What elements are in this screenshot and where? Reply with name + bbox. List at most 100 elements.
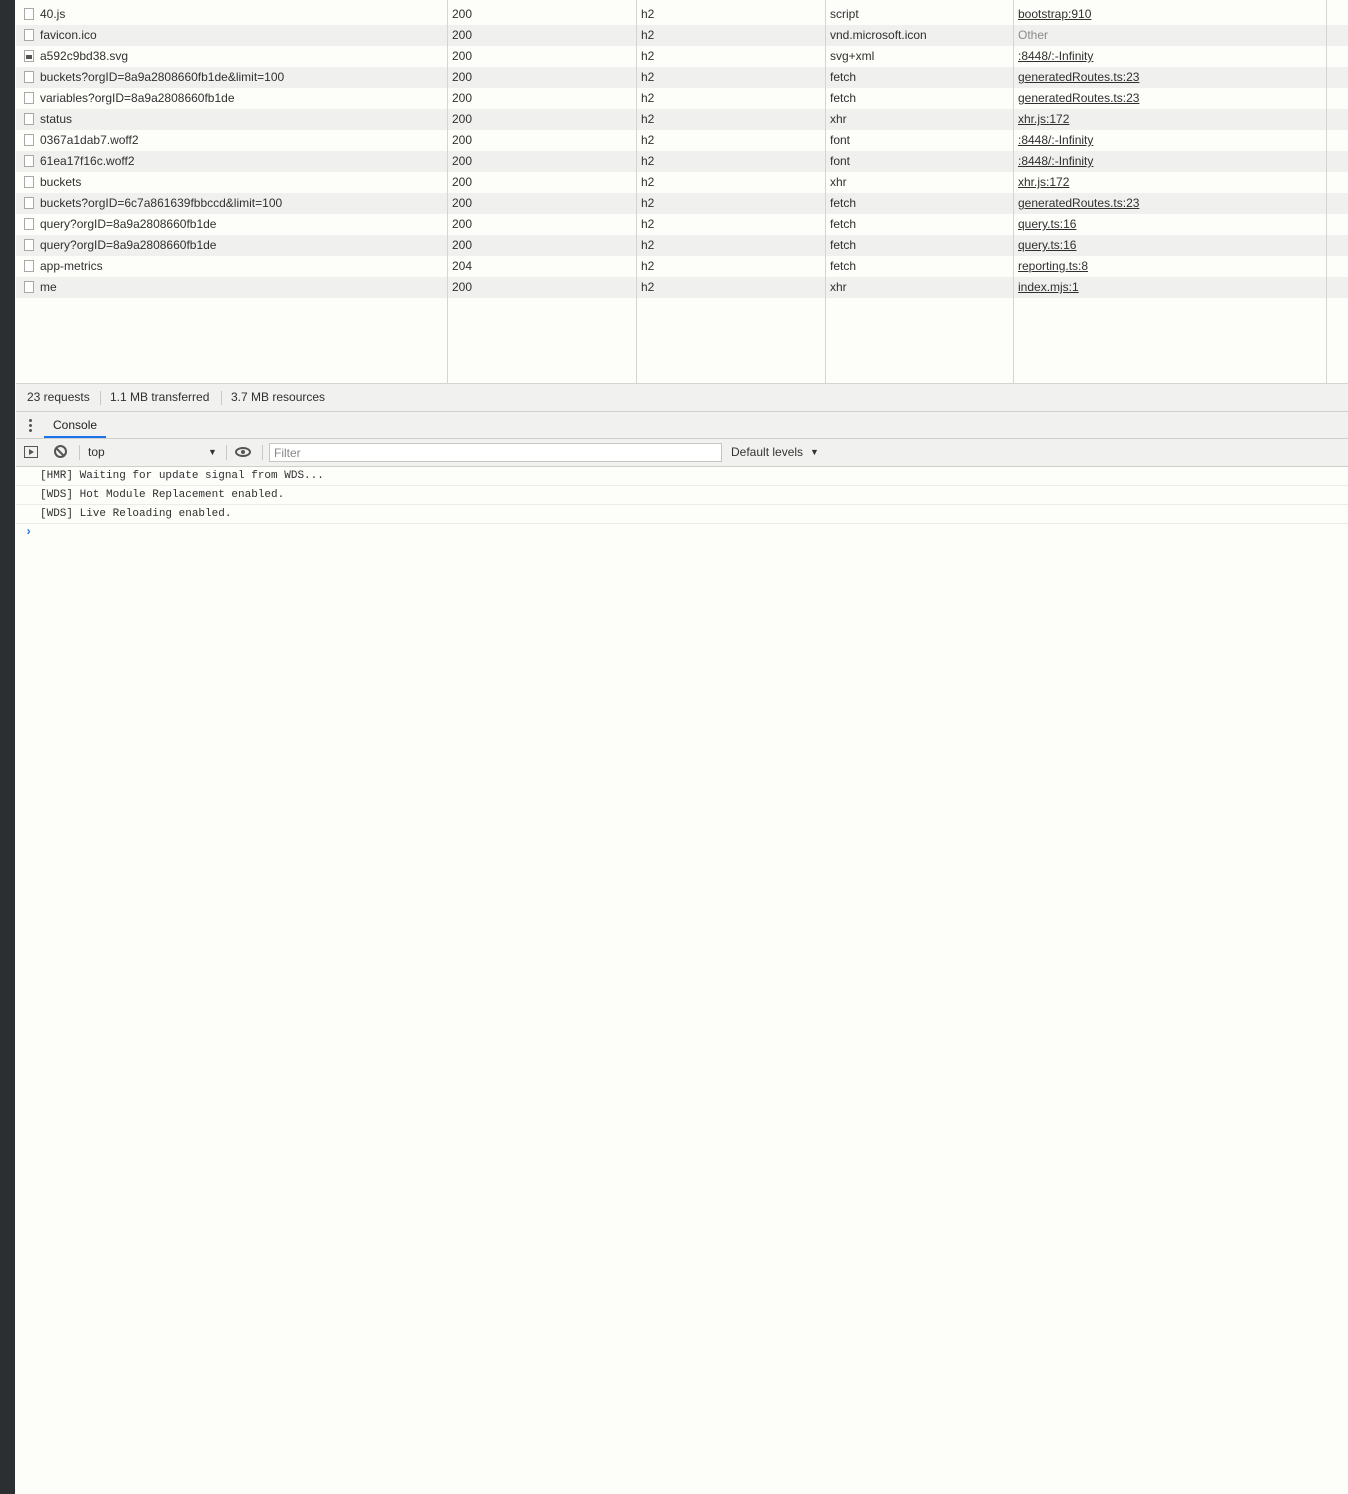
- table-row[interactable]: 0367a1dab7.woff2 200 h2 font:8448/:-Infinit…: [16, 130, 1348, 151]
- table-row[interactable]: 40.js 200 h2 script bootstrap:910: [16, 4, 1348, 25]
- column-divider[interactable]: [1326, 0, 1327, 383]
- file-icon: [24, 92, 34, 104]
- table-row[interactable]: buckets?orgID=8a9a2808660fb1de&limit=100…: [16, 67, 1348, 88]
- table-row[interactable]: variables?orgID=8a9a2808660fb1de 200 h2 fet…: [16, 88, 1348, 109]
- resources-size: 3.7 MB resources: [231, 390, 326, 404]
- request-name: 40.js: [40, 7, 66, 21]
- filter-input[interactable]: [269, 443, 722, 462]
- table-row[interactable]: status 200 h2 xhr xhr.js:172: [16, 109, 1348, 130]
- table-row[interactable]: me 200 h2 xhr index.mjs:1: [16, 277, 1348, 298]
- request-protocol: h2: [641, 217, 655, 231]
- request-protocol: h2: [641, 49, 655, 63]
- console-prompt-icon[interactable]: ›: [25, 525, 32, 539]
- request-status: 200: [452, 49, 473, 63]
- request-protocol: h2: [641, 133, 655, 147]
- show-sidebar-icon[interactable]: [24, 446, 38, 458]
- dropdown-arrow-icon[interactable]: ▼: [810, 439, 819, 466]
- request-initiator[interactable]: bootstrap:910: [1018, 4, 1318, 25]
- file-icon: [24, 29, 34, 41]
- request-name: app-metrics: [40, 259, 103, 273]
- divider: [100, 391, 101, 405]
- table-row[interactable]: query?orgID=8a9a2808660fb1de 200 h2 fetch qu…: [16, 214, 1348, 235]
- request-name: query?orgID=8a9a2808660fb1de: [40, 217, 217, 231]
- request-name: variables?orgID=8a9a2808660fb1de: [40, 91, 235, 105]
- table-row[interactable]: favicon.ico 200 h2 vnd.microsoft.icon Other: [16, 25, 1348, 46]
- column-divider[interactable]: [636, 0, 637, 383]
- file-icon: [24, 113, 34, 125]
- request-type: xhr: [830, 175, 847, 189]
- request-name: 61ea17f16c.woff2: [40, 154, 135, 168]
- request-protocol: h2: [641, 70, 655, 84]
- clear-console-icon[interactable]: [54, 445, 67, 458]
- table-row[interactable]: buckets 200 h2 xhr xhr.js:172: [16, 172, 1348, 193]
- devtools-panel: me 200 h2 xhr index.mjs:1 app-metrics 204 h2 fet…: [16, 0, 1348, 1494]
- request-type: fetch: [830, 91, 857, 105]
- request-protocol: h2: [641, 154, 655, 168]
- request-initiator[interactable]: generatedRoutes.ts:23: [1018, 88, 1318, 109]
- request-protocol: h2: [641, 175, 655, 189]
- console-toolbar: top ▼ Default levels ▼: [16, 439, 1348, 467]
- request-status: 200: [452, 280, 473, 294]
- request-type: xhr: [830, 112, 847, 126]
- request-status: 204: [452, 259, 473, 273]
- request-initiator[interactable]: query.ts:16: [1018, 235, 1318, 256]
- request-status: 200: [452, 112, 473, 126]
- request-type: fetch: [830, 196, 857, 210]
- request-protocol: h2: [641, 238, 655, 252]
- request-type: font: [830, 154, 851, 168]
- console-output[interactable]: [HMR] Waiting for update signal from WDS…: [16, 467, 1348, 1494]
- request-name: a592c9bd38.svg: [40, 49, 129, 63]
- tab-console[interactable]: Console: [44, 412, 107, 438]
- table-row[interactable]: 61ea17f16c.woff2 200 h2 font :8448/:-Infinit…: [16, 151, 1348, 172]
- window-edge: [0, 0, 15, 1494]
- divider: [221, 391, 222, 405]
- request-protocol: h2: [641, 196, 655, 210]
- request-initiator[interactable]: generatedRoutes.ts:23: [1018, 67, 1318, 88]
- request-type: fetch: [830, 238, 857, 252]
- file-icon: [24, 8, 34, 20]
- request-type: xhr: [830, 280, 847, 294]
- request-protocol: h2: [641, 280, 655, 294]
- more-tools-icon[interactable]: [29, 419, 33, 433]
- file-icon: [24, 260, 34, 272]
- request-protocol: h2: [641, 112, 655, 126]
- table-row[interactable]: app-metrics 204 h2 fetch reporting.ts:8: [16, 256, 1348, 277]
- request-initiator[interactable]: xhr.js:172: [1018, 172, 1318, 193]
- log-levels-dropdown[interactable]: Default levels: [731, 439, 803, 466]
- request-type: fetch: [830, 217, 857, 231]
- column-divider[interactable]: [1013, 0, 1014, 383]
- request-initiator[interactable]: :8448/:-Infinity: [1018, 130, 1318, 151]
- dropdown-arrow-icon[interactable]: ▼: [208, 439, 217, 466]
- request-status: 200: [452, 217, 473, 231]
- file-icon: [24, 134, 34, 146]
- request-name: buckets: [40, 175, 82, 189]
- column-divider[interactable]: [825, 0, 826, 383]
- request-type: svg+xml: [830, 49, 875, 63]
- divider: [262, 445, 263, 460]
- request-status: 200: [452, 70, 473, 84]
- column-divider[interactable]: [447, 0, 448, 383]
- request-initiator[interactable]: index.mjs:1: [1018, 277, 1318, 298]
- console-message-text: [WDS] Hot Module Replacement enabled.: [40, 489, 285, 501]
- table-row[interactable]: query?orgID=8a9a2808660fb1de 200 h2 fetch qu…: [16, 235, 1348, 256]
- live-expression-eye-icon[interactable]: [235, 447, 251, 457]
- request-status: 200: [452, 91, 473, 105]
- file-icon: [24, 218, 34, 230]
- request-name: 0367a1dab7.woff2: [40, 133, 139, 147]
- request-status: 200: [452, 154, 473, 168]
- request-type: fetch: [830, 259, 857, 273]
- request-initiator[interactable]: generatedRoutes.ts:23: [1018, 193, 1318, 214]
- context-selector[interactable]: top: [88, 439, 218, 466]
- request-type: fetch: [830, 70, 857, 84]
- request-initiator[interactable]: reporting.ts:8: [1018, 256, 1318, 277]
- request-initiator[interactable]: :8448/:-Infinity: [1018, 151, 1318, 172]
- table-row[interactable]: buckets?orgID=6c7a861639fbbccd&limit=100…: [16, 193, 1348, 214]
- request-protocol: h2: [641, 7, 655, 21]
- request-initiator[interactable]: query.ts:16: [1018, 214, 1318, 235]
- table-row[interactable]: a592c9bd38.svg 200 h2 svg+xml :8448/:-Infini…: [16, 46, 1348, 67]
- request-initiator[interactable]: xhr.js:172: [1018, 109, 1318, 130]
- context-value: top: [88, 445, 105, 459]
- request-initiator[interactable]: :8448/:-Infinity: [1018, 46, 1318, 67]
- request-type: script: [830, 7, 859, 21]
- console-message-text: [HMR] Waiting for update signal from WDS…: [40, 470, 324, 482]
